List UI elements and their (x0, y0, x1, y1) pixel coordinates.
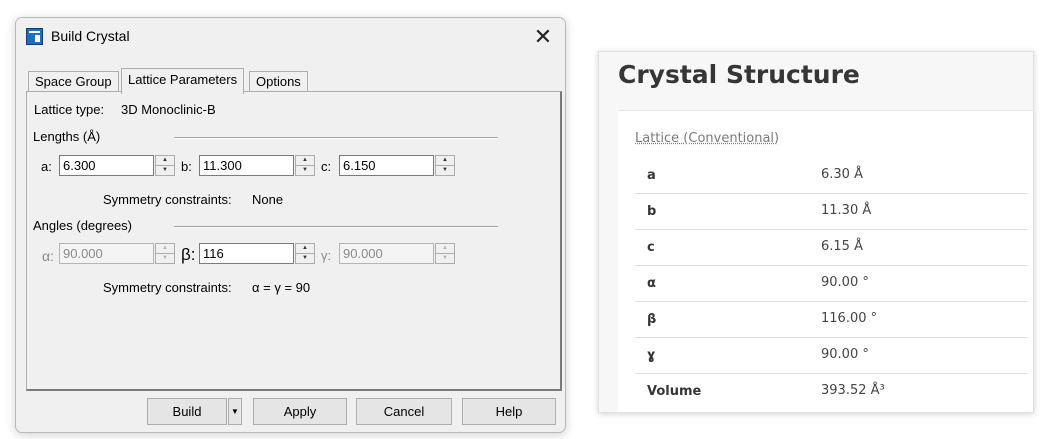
lattice-row-gamma: ɣ 90.00 ° (635, 338, 1027, 374)
row-key: b (647, 204, 657, 219)
angle-symmetry-label: Symmetry constraints: (103, 280, 232, 295)
lattice-row-b: b 11.30 Å (635, 194, 1027, 230)
crystal-structure-card: Crystal Structure Lattice (Conventional)… (598, 51, 1034, 413)
lengths-divider (174, 137, 498, 139)
tab-options[interactable]: Options (249, 71, 308, 92)
lattice-type-value: 3D Monoclinic-B (121, 102, 216, 117)
row-key: α (647, 276, 656, 291)
lattice-row-a: a 6.30 Å (635, 158, 1027, 194)
row-value: 90.00 ° (821, 347, 869, 362)
length-symmetry-label: Symmetry constraints: (103, 192, 232, 207)
angles-group-label: Angles (degrees) (33, 218, 132, 233)
lattice-section: Lattice (Conventional) a 6.30 Å b 11.30 … (618, 110, 1033, 412)
tab-lattice-parameters[interactable]: Lattice Parameters (121, 68, 245, 94)
alpha-label: α: (42, 248, 54, 264)
lattice-row-alpha: α 90.00 ° (635, 266, 1027, 302)
row-value: 6.15 Å (821, 239, 863, 254)
row-value: 90.00 ° (821, 275, 869, 290)
title-bar: Build Crystal ✕ (16, 18, 565, 56)
row-key: a (647, 168, 656, 183)
row-key: ɣ (647, 348, 656, 363)
lattice-row-volume: Volume 393.52 Å³ (635, 374, 1027, 409)
lengths-group-label: Lengths (Å) (33, 129, 101, 144)
angle-symmetry-value: α = γ = 90 (252, 280, 311, 295)
cancel-button[interactable]: Cancel (356, 398, 452, 425)
app-icon (26, 28, 43, 45)
length-symmetry-value: None (252, 192, 284, 207)
c-label: c: (321, 159, 332, 174)
row-value: 116.00 ° (821, 311, 878, 326)
a-length-spinner[interactable]: ▲ ▼ (155, 155, 175, 176)
close-icon[interactable]: ✕ (529, 23, 557, 51)
lattice-section-title[interactable]: Lattice (Conventional) (635, 131, 779, 146)
dialog-title: Build Crystal (51, 28, 130, 44)
beta-angle-input[interactable]: 116 (199, 243, 294, 264)
alpha-angle-input[interactable]: 90.000 (59, 243, 154, 264)
a-length-input[interactable]: 6.300 (59, 155, 154, 176)
row-key: Volume (647, 384, 702, 399)
build-crystal-dialog: Build Crystal ✕ Space Group Lattice Para… (15, 17, 566, 433)
gamma-angle-input[interactable]: 90.000 (339, 243, 434, 264)
beta-angle-spinner[interactable]: ▲ ▼ (295, 243, 315, 264)
a-label: a: (41, 159, 52, 174)
lattice-parameters-panel: Lattice type: 3D Monoclinic-B Lengths (Å… (26, 91, 562, 391)
row-value: 393.52 Å³ (821, 383, 885, 398)
row-key: β (647, 312, 657, 327)
apply-button[interactable]: Apply (253, 398, 347, 425)
row-key: c (647, 240, 655, 255)
card-title: Crystal Structure (618, 60, 860, 89)
c-length-input[interactable]: 6.150 (339, 155, 434, 176)
lattice-row-beta: β 116.00 ° (635, 302, 1027, 338)
lattice-type-label: Lattice type: (34, 102, 105, 117)
b-label: b: (181, 159, 192, 174)
gamma-angle-spinner[interactable]: ▲ ▼ (435, 243, 455, 264)
build-dropdown-chevron-icon[interactable]: ▼ (228, 398, 242, 425)
c-length-spinner[interactable]: ▲ ▼ (435, 155, 455, 176)
angles-divider (174, 226, 498, 228)
build-button[interactable]: Build (147, 398, 227, 425)
row-value: 11.30 Å (821, 203, 872, 218)
tab-space-group[interactable]: Space Group (28, 71, 119, 92)
lattice-row-c: c 6.15 Å (635, 230, 1027, 266)
b-length-input[interactable]: 11.300 (199, 155, 294, 176)
alpha-angle-spinner[interactable]: ▲ ▼ (155, 243, 175, 264)
gamma-label: γ: (321, 248, 332, 263)
b-length-spinner[interactable]: ▲ ▼ (295, 155, 315, 176)
row-value: 6.30 Å (821, 167, 863, 182)
beta-label: β: (181, 245, 196, 264)
help-button[interactable]: Help (462, 398, 556, 425)
